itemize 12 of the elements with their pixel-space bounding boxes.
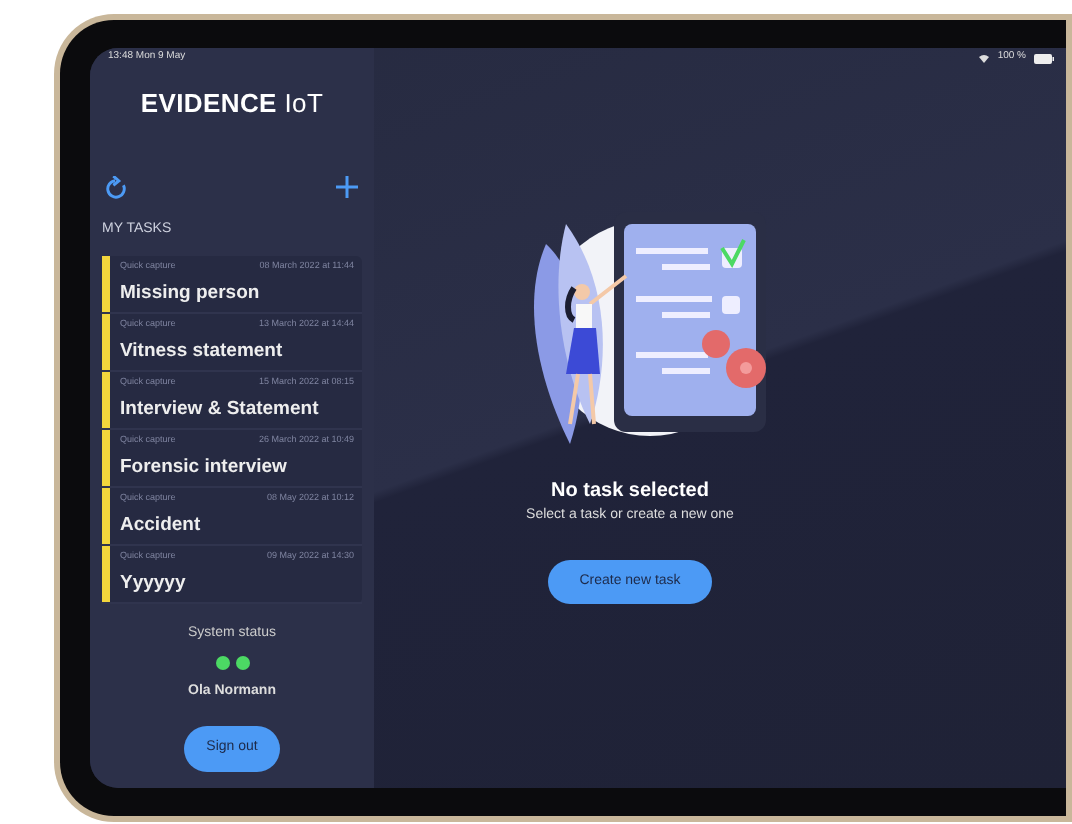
task-title: Vitness statement xyxy=(120,337,285,366)
battery-icon xyxy=(1034,53,1054,63)
task-title: Forensic interview xyxy=(120,453,289,482)
wifi-icon xyxy=(977,53,990,63)
add-icon[interactable] xyxy=(336,176,358,198)
task-title: Yyyyyy xyxy=(120,569,188,598)
app-logo: EVIDENCE IoT xyxy=(138,86,326,122)
task-title: Interview & Statement xyxy=(120,395,321,424)
task-title: Accident xyxy=(120,511,203,540)
refresh-icon[interactable] xyxy=(106,175,128,199)
empty-state-title: No task selected xyxy=(551,478,709,506)
task-title: Missing person xyxy=(120,279,262,308)
